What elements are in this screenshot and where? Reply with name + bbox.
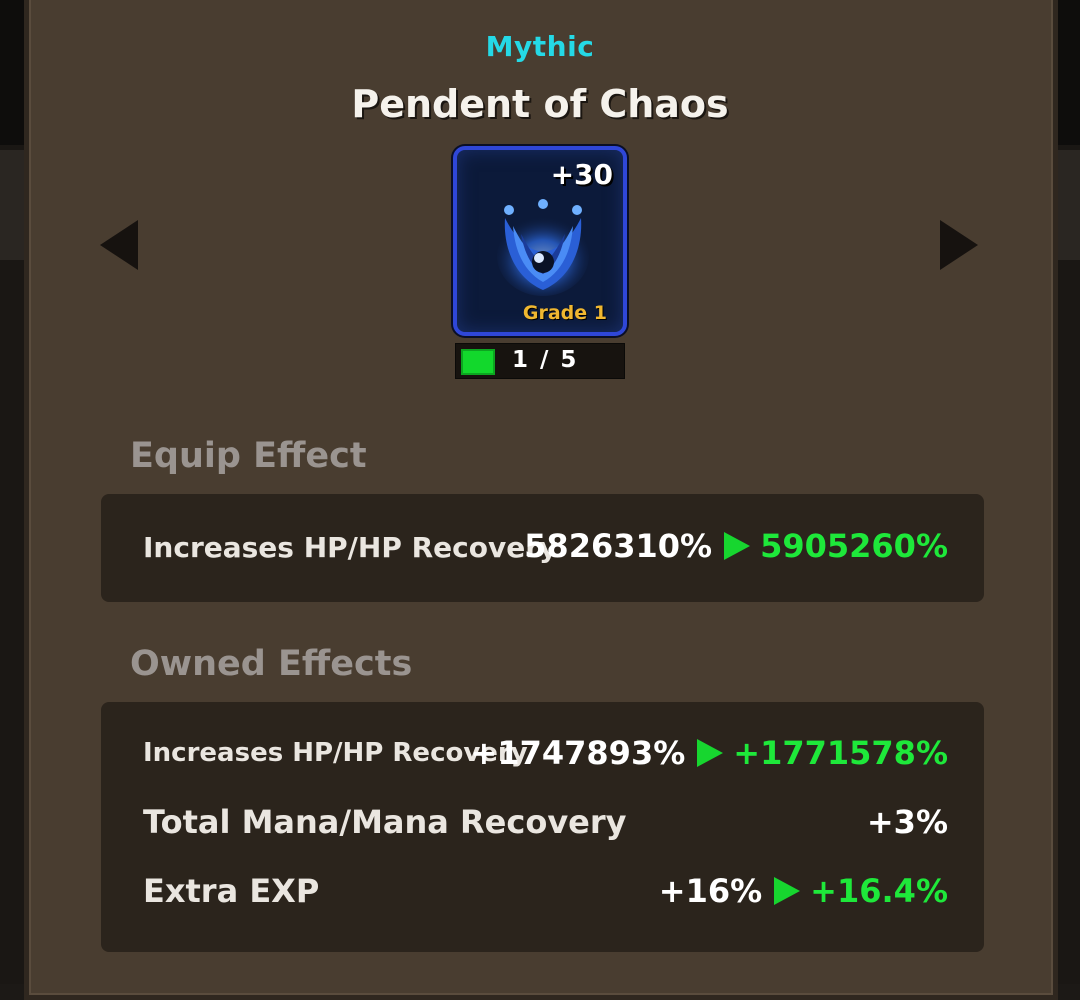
effect-values: +3% xyxy=(867,803,948,841)
effect-next-value: +1771578% xyxy=(733,734,948,772)
equip-effect-box: Increases HP/HP Recovery 5826310% 590526… xyxy=(101,494,984,602)
effect-current-value: +16% xyxy=(658,872,763,910)
equip-effect-title: Equip Effect xyxy=(130,436,367,476)
effect-values: +1747893% +1771578% xyxy=(471,734,948,772)
effect-next-value: +16.4% xyxy=(810,872,948,910)
enhance-level: +30 xyxy=(550,158,613,191)
arrow-right-icon[interactable] xyxy=(940,220,978,270)
item-slot[interactable]: +30 Grade 1 xyxy=(453,146,627,336)
effect-label: Total Mana/Mana Recovery xyxy=(143,803,627,841)
owned-effect-row: Total Mana/Mana Recovery +3% xyxy=(143,803,948,853)
owned-effect-row: Increases HP/HP Recovery +1747893% +1771… xyxy=(143,734,948,784)
pendant-icon xyxy=(497,199,589,296)
effect-label: Extra EXP xyxy=(143,872,320,910)
item-name: Pendent of Chaos xyxy=(351,82,729,126)
count-indicator xyxy=(461,349,495,375)
owned-effects-box: Increases HP/HP Recovery +1747893% +1771… xyxy=(101,702,984,952)
effect-values: 5826310% 5905260% xyxy=(524,527,948,565)
item-count-bar: 1 / 5 xyxy=(455,343,625,379)
effect-current-value: +3% xyxy=(866,803,948,841)
effect-current-value: 5826310% xyxy=(524,527,713,565)
owned-effects-title: Owned Effects xyxy=(130,644,413,684)
arrow-right-icon xyxy=(774,877,801,905)
item-count: 1 / 5 xyxy=(512,347,579,373)
equip-effect-row: Increases HP/HP Recovery 5826310% 590526… xyxy=(143,527,948,577)
owned-effect-row: Extra EXP +16% +16.4% xyxy=(143,872,948,922)
arrow-left-icon[interactable] xyxy=(100,220,138,270)
effect-label: Increases HP/HP Recovery xyxy=(143,531,558,564)
rarity-label: Mythic xyxy=(485,30,595,63)
arrow-right-icon xyxy=(724,532,751,560)
effect-values: +16% +16.4% xyxy=(659,872,948,910)
effect-next-value: 5905260% xyxy=(760,527,948,565)
grade-label: Grade 1 xyxy=(522,302,607,324)
arrow-right-icon xyxy=(697,739,724,767)
effect-current-value: +1747893% xyxy=(470,734,686,772)
